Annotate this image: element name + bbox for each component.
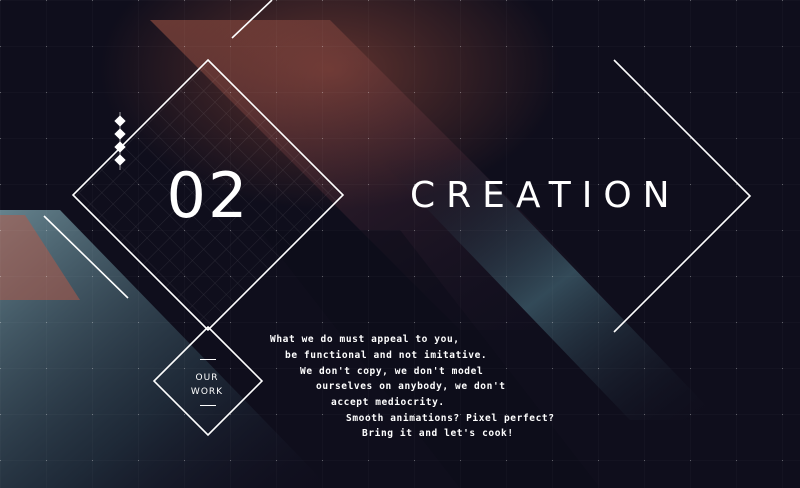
our-work-top-dash xyxy=(200,359,216,360)
description-line: be functional and not imitative. xyxy=(285,350,488,361)
hero-section: 02 CREATION OUR WORK What we do must app… xyxy=(0,0,800,488)
section-title: CREATION xyxy=(410,175,681,216)
description-line: ourselves on anybody, we don't xyxy=(316,381,506,392)
our-work-label-line2[interactable]: WORK xyxy=(161,386,253,398)
our-work-label-line1[interactable]: OUR xyxy=(161,372,253,384)
description-line: We don't copy, we don't model xyxy=(300,366,484,377)
description-line: Bring it and let's cook! xyxy=(362,428,514,439)
description-line: Smooth animations? Pixel perfect? xyxy=(346,413,555,424)
our-work-bottom-dash xyxy=(200,405,216,406)
description-line: What we do must appeal to you, xyxy=(270,334,460,345)
section-number: 02 xyxy=(166,159,250,232)
description-line: accept mediocrity. xyxy=(331,397,445,408)
